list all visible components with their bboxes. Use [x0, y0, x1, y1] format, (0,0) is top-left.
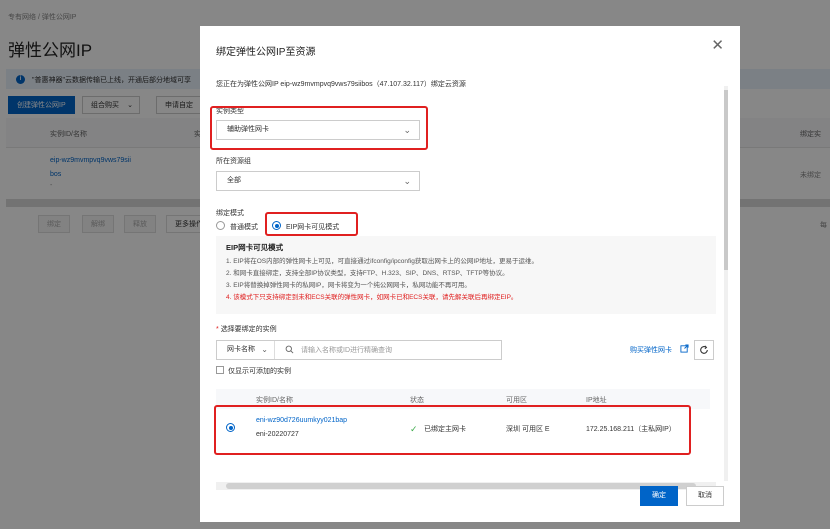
only-addable-checkbox[interactable]: [216, 366, 224, 374]
annotation-highlight-box: [210, 106, 428, 150]
info-line: 3. EIP将替换掉弹性网卡的私网IP，网卡将变为一个纯公网网卡，私网功能不再可…: [226, 282, 471, 289]
cancel-button[interactable]: 取消: [686, 486, 724, 506]
chevron-down-icon: ⌄: [403, 176, 411, 186]
normal-mode-radio[interactable]: [216, 221, 225, 230]
confirm-button[interactable]: 确定: [640, 486, 678, 506]
external-link-icon[interactable]: [680, 344, 689, 353]
select-instance-label-text: 选择要绑定的实例: [220, 326, 277, 333]
info-line: 1. EIP将在OS内部的弹性网卡上可见，可直接通过ifconfig/ipcon…: [226, 258, 539, 265]
select-instance-label: * 选择要绑定的实例: [216, 324, 277, 334]
annotation-highlight-box: [265, 212, 358, 236]
refresh-icon: [700, 345, 708, 354]
info-title: EIP网卡可见模式: [226, 243, 284, 252]
resource-group-select[interactable]: 全部 ⌄: [216, 171, 420, 191]
dialog-intro-text: 您正在为弹性公网IP eip-wz9mvmpvq9vws79siibos（47.…: [216, 81, 466, 88]
normal-mode-label[interactable]: 普通模式: [230, 222, 258, 232]
refresh-button[interactable]: [694, 340, 714, 360]
table-horizontal-scrollbar-thumb[interactable]: [226, 483, 696, 489]
bind-eip-dialog: 绑定弹性公网IP至资源 ✕ 您正在为弹性公网IP eip-wz9mvmpvq9v…: [200, 26, 740, 522]
required-mark: *: [216, 326, 219, 333]
search-icon: [285, 345, 294, 354]
close-icon[interactable]: ✕: [711, 36, 724, 54]
annotation-highlight-box: [214, 405, 691, 455]
chevron-down-icon: ⌄: [261, 345, 268, 354]
column-header: 实例ID/名称: [256, 397, 293, 404]
buy-eni-link[interactable]: 购买弹性网卡: [630, 345, 672, 355]
column-header: 可用区: [506, 397, 527, 404]
only-addable-label[interactable]: 仅显示可添加的实例: [228, 366, 291, 376]
resource-group-value: 全部: [227, 177, 241, 184]
search-bar: 网卡名称 ⌄: [216, 340, 502, 360]
search-type-value: 网卡名称: [227, 346, 255, 353]
column-header: IP地址: [586, 397, 607, 404]
dialog-title: 绑定弹性公网IP至资源: [216, 47, 316, 58]
info-line: 2. 和网卡直接绑定，支持全部IP协议类型，支持FTP、H.323、SIP、DN…: [226, 270, 509, 277]
column-header: 状态: [410, 397, 424, 404]
mode-info-box: EIP网卡可见模式 1. EIP将在OS内部的弹性网卡上可见，可直接通过ifco…: [216, 236, 716, 314]
info-warning: 4. 该模式下只支持绑定到未和ECS关联的弹性网卡，如网卡已和ECS关联，请先解…: [226, 294, 518, 301]
search-type-select[interactable]: 网卡名称 ⌄: [217, 341, 275, 359]
vertical-scrollbar-thumb[interactable]: [724, 90, 728, 270]
bind-mode-label: 绑定模式: [216, 210, 244, 217]
resource-group-label: 所在资源组: [216, 158, 251, 165]
search-input[interactable]: [301, 342, 497, 358]
